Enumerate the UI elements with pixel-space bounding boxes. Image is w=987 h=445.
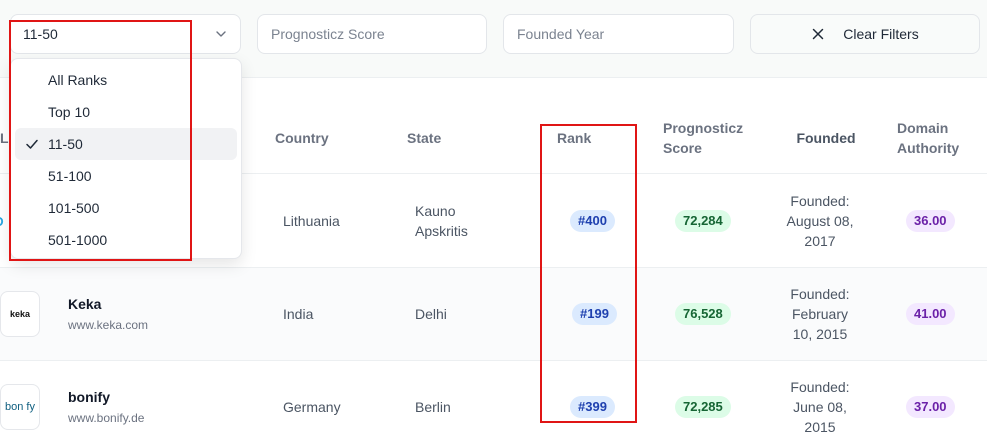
header-state[interactable]: State (407, 128, 441, 148)
score-badge: 72,284 (675, 210, 731, 232)
domain-authority-badge: 36.00 (906, 210, 955, 232)
table-row[interactable]: keka Keka www.keka.com India Delhi #199 … (0, 268, 987, 361)
state-cell: Kauno Apskritis (415, 201, 468, 241)
founded-cell: Founded: June 08, 2015 (770, 377, 870, 437)
rank-option-top-10[interactable]: Top 10 (15, 96, 237, 128)
score-badge: 76,528 (675, 303, 731, 325)
company-domain[interactable]: www.bonify.de (68, 411, 144, 425)
founded-year-input[interactable]: Founded Year (503, 14, 734, 54)
founded-line1: Founded: (790, 286, 850, 302)
state-cell: Delhi (415, 306, 447, 322)
rank-dropdown-menu: All Ranks Top 10 11-50 51-100 101-500 50… (10, 58, 242, 259)
header-rank[interactable]: Rank (557, 128, 591, 148)
check-icon (26, 139, 38, 149)
rank-option-51-100[interactable]: 51-100 (15, 160, 237, 192)
rank-option-101-500[interactable]: 101-500 (15, 192, 237, 224)
logo-text: bon fy (5, 401, 35, 413)
header-domain-authority[interactable]: Domain Authority (897, 118, 977, 158)
logo-text: keka (9, 309, 31, 319)
header-country[interactable]: Country (275, 128, 329, 148)
prognosticz-score-placeholder: Prognosticz Score (271, 26, 385, 42)
header-da-line1: Domain (897, 120, 949, 136)
domain-authority-badge: 37.00 (906, 396, 955, 418)
domain-authority-badge: 41.00 (906, 303, 955, 325)
founded-line2: June 08, (793, 399, 847, 415)
state-line1: Kauno (415, 203, 456, 219)
country-cell: India (283, 306, 314, 322)
rank-filter-select[interactable]: 11-50 (10, 14, 241, 54)
founded-line1: Founded: (790, 193, 850, 209)
founded-line3: 2017 (804, 233, 836, 249)
founded-line3: 10, 2015 (792, 326, 848, 342)
company-name[interactable]: Keka (68, 296, 101, 312)
rank-badge: #399 (570, 396, 615, 418)
company-name[interactable]: bonify (68, 389, 110, 405)
rank-option-11-50[interactable]: 11-50 (15, 128, 237, 160)
rank-option-label: 11-50 (48, 136, 83, 152)
country-cell: Germany (283, 399, 341, 415)
company-logo: D (0, 198, 10, 244)
founded-cell: Founded: August 08, 2017 (770, 191, 870, 251)
rank-filter-value: 11-50 (23, 26, 58, 42)
prognosticz-score-input[interactable]: Prognosticz Score (257, 14, 487, 54)
score-badge: 72,285 (675, 396, 731, 418)
company-domain[interactable]: www.keka.com (68, 318, 148, 332)
clear-filters-button[interactable]: Clear Filters (750, 14, 980, 54)
clear-filters-label: Clear Filters (843, 26, 919, 42)
founded-cell: Founded: February 10, 2015 (770, 284, 870, 344)
founded-line1: Founded: (790, 379, 850, 395)
chevron-down-icon (216, 31, 226, 37)
header-partial: L (0, 130, 9, 146)
header-founded[interactable]: Founded (776, 128, 876, 148)
founded-line2: February (791, 306, 849, 322)
header-prognosticz-score[interactable]: Prognosticz Score (663, 118, 753, 158)
founded-line2: August 08, (786, 213, 854, 229)
founded-line3: 2015 (804, 419, 836, 435)
rank-badge: #199 (572, 303, 617, 325)
company-logo: keka (0, 291, 40, 337)
table-row[interactable]: bon fy bonify www.bonify.de Germany Berl… (0, 361, 987, 445)
rank-option-501-1000[interactable]: 501-1000 (15, 224, 237, 256)
header-da-line2: Authority (897, 140, 960, 156)
close-icon (813, 28, 824, 40)
founded-year-placeholder: Founded Year (517, 26, 605, 42)
header-score-line2: Score (663, 140, 702, 156)
rank-option-all[interactable]: All Ranks (15, 64, 237, 96)
country-cell: Lithuania (283, 213, 340, 229)
state-line2: Apskritis (415, 223, 468, 239)
header-score-line1: Prognosticz (663, 120, 744, 136)
state-cell: Berlin (415, 399, 451, 415)
company-logo: bon fy (0, 384, 40, 430)
rank-badge: #400 (570, 210, 615, 232)
